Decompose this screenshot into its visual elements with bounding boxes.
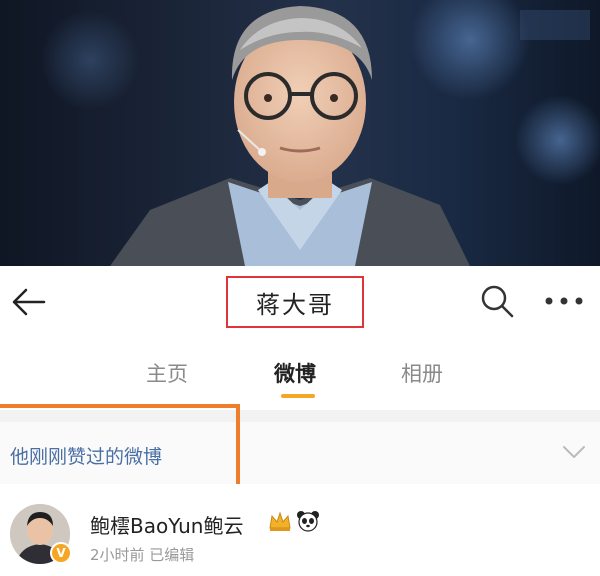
tab-home[interactable]: 主页 bbox=[146, 358, 188, 388]
search-icon[interactable] bbox=[480, 284, 514, 318]
profile-tabs: 主页 微博 相册 bbox=[0, 338, 600, 410]
profile-cover-photo bbox=[0, 0, 600, 266]
profile-name-title: 蒋大哥 bbox=[226, 276, 364, 328]
page-title: 蒋大哥 bbox=[256, 290, 334, 319]
active-tab-indicator bbox=[281, 394, 315, 398]
post-author-name[interactable]: 鲍橒BaoYun鲍云 bbox=[90, 510, 244, 539]
back-arrow-icon[interactable] bbox=[10, 284, 46, 320]
panda-icon bbox=[297, 511, 319, 532]
tab-weibo[interactable]: 微博 bbox=[274, 358, 316, 388]
post-item[interactable]: V 鲍橒BaoYun鲍云 2小时前 已编辑 bbox=[0, 484, 600, 576]
highlight-box bbox=[0, 404, 240, 492]
verified-badge: V bbox=[50, 542, 72, 564]
post-timestamp: 2小时前 已编辑 bbox=[90, 546, 195, 564]
cover-photo-illustration bbox=[40, 0, 600, 266]
tab-album[interactable]: 相册 bbox=[401, 358, 443, 388]
chevron-down-icon[interactable] bbox=[562, 444, 586, 460]
profile-header-bar: 蒋大哥 bbox=[0, 266, 600, 338]
crown-icon bbox=[269, 511, 291, 531]
more-icon[interactable] bbox=[544, 296, 584, 306]
